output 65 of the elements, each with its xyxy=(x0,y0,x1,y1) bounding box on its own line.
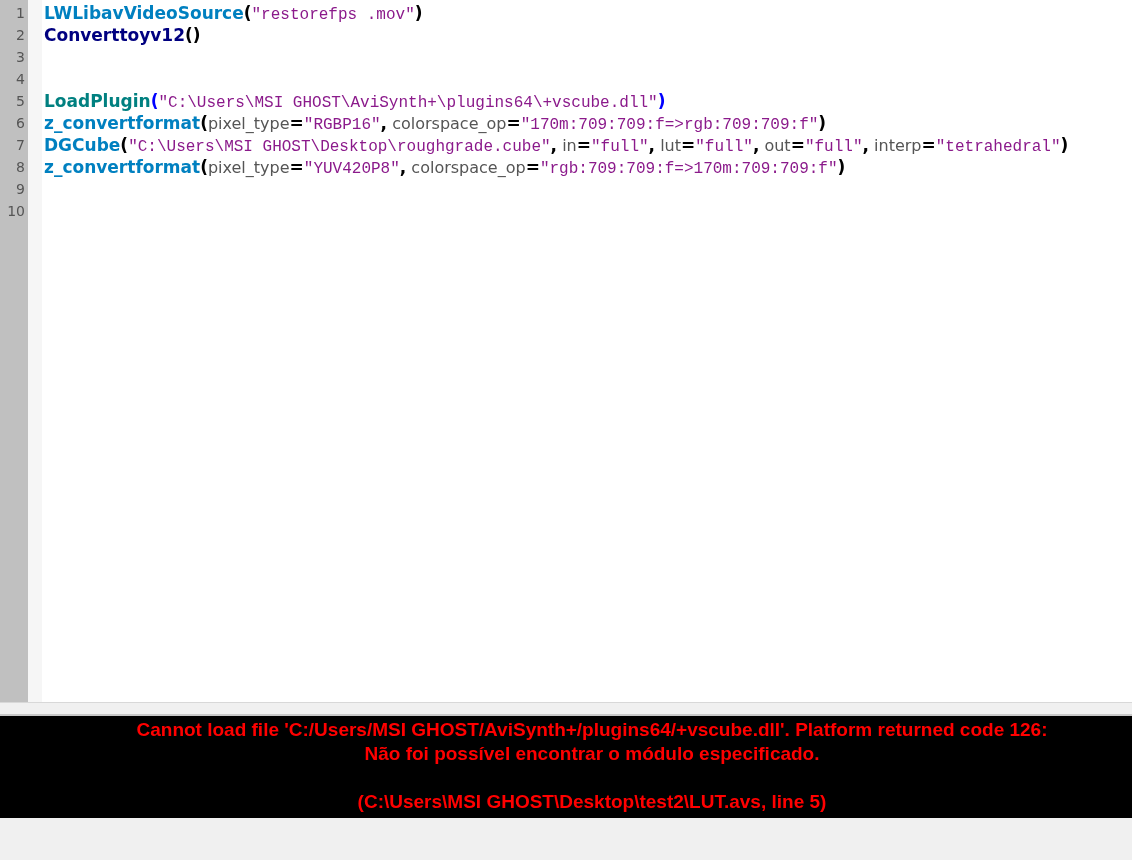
operator: ) xyxy=(837,156,846,178)
string-literal: "C:\Users\MSI GHOST\AviSynth+\plugins64\+vscube.dll" xyxy=(158,93,658,114)
operator: = xyxy=(289,112,304,134)
operator: ( xyxy=(200,112,208,134)
function-name: z_convertformat xyxy=(44,156,201,178)
string-literal: "full" xyxy=(804,137,863,158)
string-literal: "full" xyxy=(591,137,649,158)
operator: = xyxy=(576,134,591,156)
string-literal: "RGBP16" xyxy=(303,115,381,136)
operator: , xyxy=(550,134,558,156)
operator: , xyxy=(380,112,388,134)
line-number: 2 xyxy=(15,26,26,45)
operator: ) xyxy=(414,2,423,24)
function-name: LWLibavVideoSource xyxy=(44,2,244,24)
function-name: DGCube xyxy=(44,134,121,156)
code-editor[interactable] xyxy=(0,0,1132,702)
parameter-name: colorspace_op xyxy=(391,113,507,135)
function-name: LoadPlugin xyxy=(44,90,151,112)
function-name: Converttoyv12 xyxy=(44,24,185,46)
string-literal: "tetrahedral" xyxy=(935,137,1061,158)
operator: , xyxy=(752,134,760,156)
error-message: Não foi possível encontrar o módulo especificado. xyxy=(364,742,820,766)
line-number: 3 xyxy=(15,48,26,67)
parameter-name: pixel_type xyxy=(207,113,290,135)
line-number: 10 xyxy=(6,202,26,221)
string-literal: "C:\Users\MSI GHOST\Desktop\roughgrade.cube" xyxy=(128,137,551,158)
operator: ( xyxy=(243,2,252,24)
operator: ) xyxy=(818,112,827,134)
operator: = xyxy=(681,134,696,156)
line-number: 5 xyxy=(15,92,26,111)
function-name: z_convertformat xyxy=(44,112,201,134)
operator: ) xyxy=(1060,134,1069,156)
line-number: 7 xyxy=(15,136,26,155)
operator: ( xyxy=(200,156,208,178)
line-number: 9 xyxy=(15,180,26,199)
string-literal: "full" xyxy=(695,137,753,158)
line-number: 6 xyxy=(15,114,26,133)
operator: ( xyxy=(150,90,159,112)
error-location: (C:\Users\MSI GHOST\Desktop\test2\LUT.avs, line 5) xyxy=(357,790,827,814)
operator: = xyxy=(921,134,936,156)
string-literal: "YUV420P8" xyxy=(303,159,400,180)
line-number: 1 xyxy=(15,4,26,23)
parameter-name: colorspace_op xyxy=(410,157,526,179)
string-literal: "restorefps .mov" xyxy=(251,5,415,26)
operator: , xyxy=(648,134,656,156)
string-literal: "170m:709:709:f=>rgb:709:709:f" xyxy=(520,115,819,136)
line-number: 8 xyxy=(15,158,26,177)
operator: = xyxy=(790,134,805,156)
operator: = xyxy=(289,156,304,178)
operator: ( xyxy=(120,134,129,156)
operator: () xyxy=(185,24,201,46)
parameter-name: interp xyxy=(873,135,922,157)
splitter-bar[interactable] xyxy=(0,702,1132,716)
parameter-name: in xyxy=(561,135,577,157)
line-number: 4 xyxy=(15,70,26,89)
operator: = xyxy=(525,156,540,178)
parameter-name: out xyxy=(763,135,791,157)
error-message: Cannot load file 'C:/Users/MSI GHOST/AviSynth+/plugins64/+vscube.dll'. Platform returned code 126: xyxy=(136,718,1048,742)
operator: , xyxy=(862,134,869,156)
parameter-name: pixel_type xyxy=(207,157,290,179)
operator: ) xyxy=(657,90,666,112)
operator: = xyxy=(506,112,521,134)
string-literal: "rgb:709:709:f=>170m:709:709:f" xyxy=(539,159,838,180)
parameter-name: lut xyxy=(659,135,681,157)
operator: , xyxy=(399,156,407,178)
